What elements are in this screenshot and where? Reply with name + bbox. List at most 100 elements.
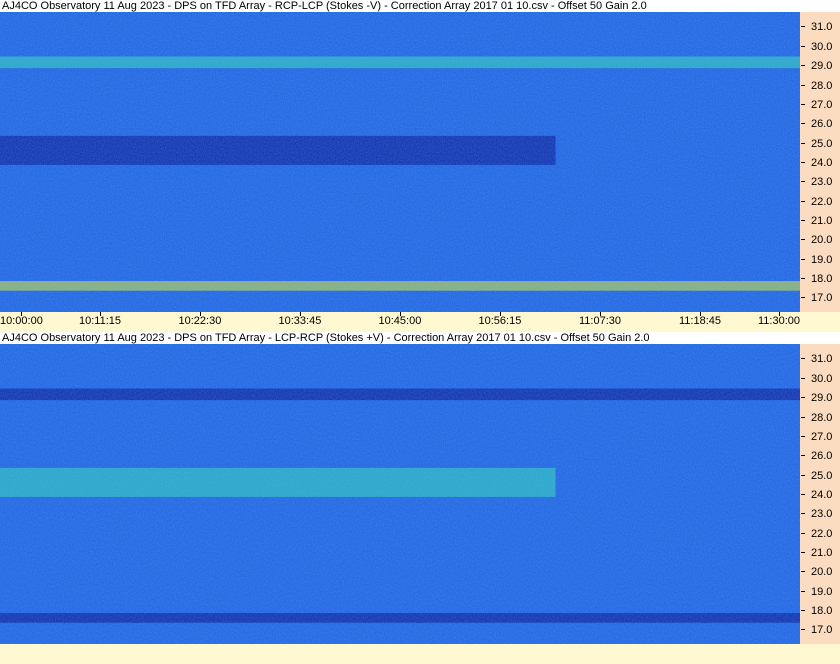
y-tick-text: 31.0	[811, 21, 833, 34]
y-tick-label: 18.0	[800, 273, 840, 285]
y-tick-label: 20.0	[800, 566, 840, 578]
y-tick-label: 24.0	[800, 489, 840, 501]
time-axis: 10:00:00 10:11:15 10:22:30 10:33:45 10:45:00…	[0, 312, 840, 332]
y-tick-mark	[801, 455, 805, 457]
y-tick-label: 29.0	[800, 60, 840, 72]
y-tick-label: 30.0	[800, 373, 840, 385]
y-tick-label: 25.0	[800, 138, 840, 150]
x-tick-label: 10:33:45	[279, 312, 321, 327]
bottom-spectrogram-plot	[0, 344, 800, 644]
y-tick-text: 18.0	[811, 273, 833, 286]
y-tick-label: 24.0	[800, 157, 840, 169]
y-tick-label: 30.0	[800, 41, 840, 53]
y-tick-text: 20.0	[811, 234, 833, 247]
y-tick-text: 28.0	[811, 411, 833, 424]
y-tick-label: 23.0	[800, 508, 840, 520]
y-tick-text: 22.0	[811, 527, 833, 540]
y-tick-text: 26.0	[811, 118, 833, 131]
y-tick-text: 30.0	[811, 372, 833, 385]
x-tick-mark	[499, 312, 501, 316]
y-tick-label: 22.0	[800, 528, 840, 540]
y-tick-text: 25.0	[811, 137, 833, 150]
y-tick-text: 21.0	[811, 215, 833, 228]
x-tick-label: 11:18:45	[679, 312, 721, 327]
bottom-time-axis	[0, 644, 840, 664]
y-tick-mark	[801, 220, 805, 222]
y-tick-label: 31.0	[800, 353, 840, 365]
y-tick-label: 29.0	[800, 392, 840, 404]
y-tick-text: 17.0	[811, 292, 833, 305]
y-tick-mark	[801, 26, 805, 28]
y-tick-text: 30.0	[811, 40, 833, 53]
y-tick-text: 18.0	[811, 605, 833, 618]
x-tick-label: 10:00:00	[0, 312, 43, 327]
y-tick-text: 29.0	[811, 392, 833, 405]
y-tick-mark	[801, 610, 805, 612]
y-tick-mark	[801, 377, 805, 379]
y-tick-mark	[801, 397, 805, 399]
bottom-spectrogram-panel	[0, 344, 800, 644]
y-tick-text: 22.0	[811, 195, 833, 208]
y-tick-mark	[801, 513, 805, 515]
top-frequency-axis: 31.0 30.0 29.0 28.0 27.0 26.0 25.0 24.0 23.0 22.0…	[800, 12, 840, 312]
y-tick-mark	[801, 123, 805, 125]
y-tick-text: 17.0	[811, 624, 833, 637]
y-tick-label: 26.0	[800, 450, 840, 462]
spectrogram-viewer: AJ4CO Observatory 11 Aug 2023 - DPS on T…	[0, 0, 840, 664]
y-tick-mark	[801, 84, 805, 86]
x-tick-mark	[700, 312, 701, 316]
top-panel-title: AJ4CO Observatory 11 Aug 2023 - DPS on T…	[2, 0, 647, 12]
y-tick-text: 29.0	[811, 60, 833, 73]
y-tick-text: 19.0	[811, 585, 833, 598]
y-tick-mark	[801, 571, 805, 573]
x-tick-mark	[299, 312, 301, 316]
y-tick-text: 27.0	[811, 430, 833, 443]
y-tick-mark	[801, 297, 805, 299]
y-tick-mark	[801, 45, 805, 47]
y-tick-label: 26.0	[800, 118, 840, 130]
x-tick-mark	[399, 312, 401, 316]
y-tick-text: 21.0	[811, 547, 833, 560]
y-tick-mark	[801, 103, 805, 105]
y-tick-text: 31.0	[811, 353, 833, 366]
x-tick-label: 11:30:00	[758, 312, 800, 327]
y-tick-mark	[801, 278, 805, 280]
y-tick-text: 28.0	[811, 79, 833, 92]
x-tick-mark	[779, 312, 780, 316]
y-tick-mark	[801, 258, 805, 260]
y-tick-text: 27.0	[811, 98, 833, 111]
y-tick-label: 25.0	[800, 470, 840, 482]
y-tick-label: 23.0	[800, 176, 840, 188]
y-tick-label: 18.0	[800, 605, 840, 617]
y-tick-label: 17.0	[800, 292, 840, 304]
y-tick-text: 19.0	[811, 253, 833, 266]
y-tick-mark	[801, 532, 805, 534]
y-tick-label: 22.0	[800, 196, 840, 208]
y-tick-label: 27.0	[800, 99, 840, 111]
y-tick-label: 21.0	[800, 215, 840, 227]
y-tick-mark	[801, 552, 805, 554]
y-tick-label: 28.0	[800, 80, 840, 92]
y-tick-text: 26.0	[811, 450, 833, 463]
x-tick-label: 10:56:15	[479, 312, 521, 327]
y-tick-mark	[801, 629, 805, 631]
noise-texture	[0, 344, 800, 644]
y-tick-label: 28.0	[800, 412, 840, 424]
x-tick-mark	[199, 312, 201, 316]
y-tick-text: 20.0	[811, 566, 833, 579]
y-tick-text: 24.0	[811, 488, 833, 501]
y-tick-label: 17.0	[800, 624, 840, 636]
y-tick-mark	[801, 416, 805, 418]
y-tick-label: 31.0	[800, 21, 840, 33]
x-tick-label: 10:22:30	[179, 312, 221, 327]
y-tick-text: 24.0	[811, 156, 833, 169]
x-tick-label: 11:07:30	[579, 312, 621, 327]
y-tick-mark	[801, 200, 805, 202]
bottom-panel-title: AJ4CO Observatory 11 Aug 2023 - DPS on T…	[2, 332, 650, 344]
y-tick-label: 20.0	[800, 234, 840, 246]
y-tick-mark	[801, 161, 805, 163]
x-tick-label: 10:45:00	[379, 312, 421, 327]
y-tick-mark	[801, 435, 805, 437]
y-tick-label: 19.0	[800, 586, 840, 598]
y-tick-label: 21.0	[800, 547, 840, 559]
